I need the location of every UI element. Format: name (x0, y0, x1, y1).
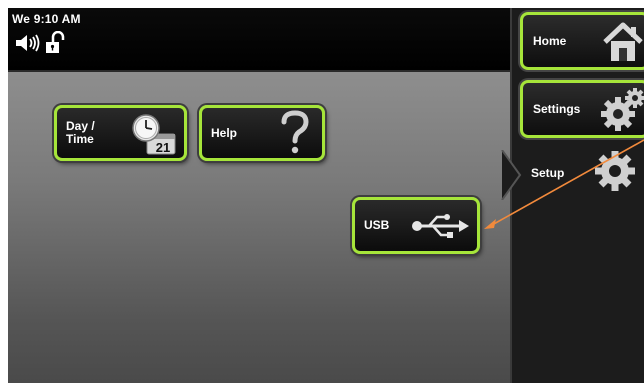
settings-button[interactable]: Settings (520, 80, 644, 138)
house-icon (601, 21, 644, 66)
settings-label: Settings (533, 102, 581, 116)
day-time-label: Day / Time (66, 119, 95, 146)
home-button[interactable]: Home (520, 12, 644, 70)
usb-button[interactable]: USB (352, 197, 480, 254)
speaker-icon[interactable] (14, 32, 42, 59)
calendar-day-text: 21 (155, 140, 171, 155)
usb-icon (411, 212, 471, 243)
help-button[interactable]: Help (199, 105, 325, 161)
help-label: Help (211, 126, 238, 140)
day-time-button[interactable]: Day / Time 21 (54, 105, 187, 161)
gears-icon (599, 87, 644, 136)
active-tab-pointer (500, 149, 522, 205)
unlocked-padlock-icon[interactable] (45, 30, 65, 60)
status-bar: We 9:10 AM (8, 8, 510, 72)
question-mark-icon (278, 110, 312, 159)
clock-text: We 9:10 AM (12, 12, 81, 26)
home-label: Home (533, 34, 567, 48)
usb-label: USB (364, 218, 390, 232)
setup-tab[interactable]: Setup (531, 166, 564, 180)
clock-calendar-icon: 21 (129, 112, 181, 159)
gear-icon (592, 148, 638, 199)
